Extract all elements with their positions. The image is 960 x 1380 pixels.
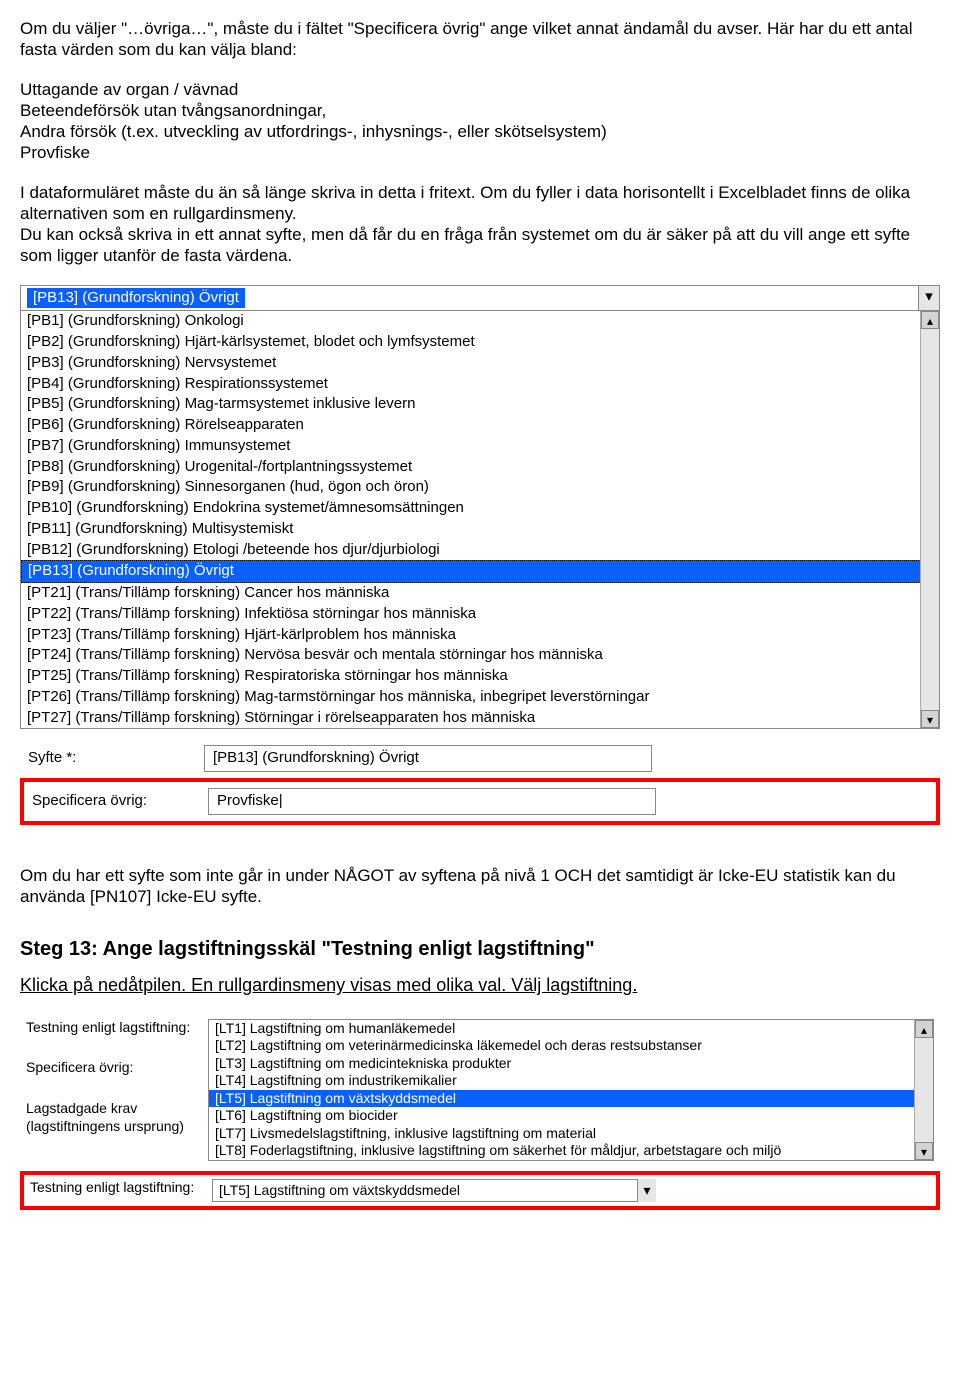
dropdown-option[interactable]: [PT26] (Trans/Tillämp forskning) Mag-tar… (21, 687, 921, 708)
chevron-down-icon[interactable]: ▾ (918, 286, 939, 311)
specificera-label: Specificera övrig: (20, 1055, 202, 1096)
dropdown-option[interactable]: [PB13] (Grundforskning) Övrigt (21, 560, 921, 583)
dropdown-option[interactable]: [PB10] (Grundforskning) Endokrina system… (21, 498, 921, 519)
lagstiftning-dropdown[interactable]: ▴ ▾ [LT1] Lagstiftning om humanläkemedel… (208, 1019, 934, 1161)
specificera-row: Specificera övrig: Provfiske| (22, 780, 938, 823)
syfte-label: Syfte *: (20, 739, 196, 778)
dropdown-list[interactable]: ▴ ▾ [PB1] (Grundforskning) Onkologi[PB2]… (21, 311, 939, 728)
fixed-values-list: Uttagande av organ / vävnadBeteendeförsö… (20, 79, 940, 164)
lagstadgade-label: Lagstadgade krav (lagstiftningens urspru… (20, 1096, 202, 1165)
dropdown-option[interactable]: [PT25] (Trans/Tillämp forskning) Respira… (21, 666, 921, 687)
testning-result-input[interactable]: [LT5] Lagstiftning om växtskyddsmedel (212, 1179, 656, 1203)
dropdown-selected-text: [PB13] (Grundforskning) Övrigt (27, 288, 245, 309)
doc-paragraph: Om du väljer "…övriga…", måste du i fält… (20, 18, 940, 61)
scroll-down-icon[interactable]: ▾ (921, 710, 939, 728)
dropdown-selected[interactable]: [PB13] (Grundforskning) Övrigt ▾ (21, 286, 939, 312)
step13-heading: Steg 13: Ange lagstiftningsskäl "Testnin… (20, 937, 940, 962)
scroll-up-icon[interactable]: ▴ (915, 1020, 933, 1038)
dropdown-option[interactable]: [PB7] (Grundforskning) Immunsystemet (21, 436, 921, 457)
dropdown-option[interactable]: [PB12] (Grundforskning) Etologi /beteend… (21, 540, 921, 561)
fixed-value-item: Uttagande av organ / vävnad (20, 79, 940, 100)
dropdown-option[interactable]: [LT8] Foderlagstiftning, inklusive lagst… (209, 1142, 915, 1160)
dropdown-option[interactable]: [PB6] (Grundforskning) Rörelseapparaten (21, 415, 921, 436)
fixed-value-item: Provfiske (20, 142, 940, 163)
dropdown-option[interactable]: [PB8] (Grundforskning) Urogenital-/fortp… (21, 457, 921, 478)
doc-paragraph: Om du har ett syfte som inte går in unde… (20, 865, 940, 908)
chevron-down-icon[interactable]: ▾ (637, 1179, 656, 1203)
scroll-up-icon[interactable]: ▴ (921, 311, 939, 329)
scroll-down-icon[interactable]: ▾ (915, 1142, 933, 1160)
dropdown-option[interactable]: [PB1] (Grundforskning) Onkologi (21, 311, 921, 332)
fixed-value-item: Beteendeförsök utan tvångsanordningar, (20, 100, 940, 121)
dropdown-option[interactable]: [LT6] Lagstiftning om biocider (209, 1107, 915, 1125)
dropdown-option[interactable]: [LT5] Lagstiftning om växtskyddsmedel (209, 1090, 915, 1108)
dropdown-option[interactable]: [LT2] Lagstiftning om veterinärmedicinsk… (209, 1037, 915, 1055)
dropdown-option[interactable]: [PB9] (Grundforskning) Sinnesorganen (hu… (21, 477, 921, 498)
dropdown-option[interactable]: [PT27] (Trans/Tillämp forskning) Störnin… (21, 708, 921, 729)
dropdown-option[interactable]: [PB5] (Grundforskning) Mag-tarmsystemet … (21, 394, 921, 415)
dropdown-option[interactable]: [PB4] (Grundforskning) Respirationssyste… (21, 374, 921, 395)
dropdown-option[interactable]: [LT4] Lagstiftning om industrikemikalier (209, 1072, 915, 1090)
doc-paragraph: I dataformuläret måste du än så länge sk… (20, 182, 940, 267)
dropdown-option[interactable]: [LT3] Lagstiftning om medicintekniska pr… (209, 1055, 915, 1073)
fixed-value-item: Andra försök (t.ex. utveckling av utford… (20, 121, 940, 142)
testning-label: Testning enligt lagstiftning: (20, 1015, 202, 1056)
dropdown-option[interactable]: [PT23] (Trans/Tillämp forskning) Hjärt-k… (21, 625, 921, 646)
scrollbar[interactable]: ▴ ▾ (914, 1020, 933, 1160)
dropdown-option[interactable]: [LT1] Lagstiftning om humanläkemedel (209, 1020, 915, 1038)
dropdown-option[interactable]: [PT21] (Trans/Tillämp forskning) Cancer … (21, 583, 921, 604)
specificera-input[interactable]: Provfiske| (208, 788, 656, 815)
specificera-label: Specificera övrig: (22, 780, 200, 823)
syfte-input[interactable]: [PB13] (Grundforskning) Övrigt (204, 745, 652, 772)
step13-instruction: Klicka på nedåtpilen. En rullgardinsmeny… (20, 974, 940, 997)
dropdown-option[interactable]: [PT22] (Trans/Tillämp forskning) Infekti… (21, 604, 921, 625)
scrollbar[interactable]: ▴ ▾ (920, 311, 939, 728)
dropdown-option[interactable]: [PB11] (Grundforskning) Multisystemiskt (21, 519, 921, 540)
syfte-row: Syfte *: [PB13] (Grundforskning) Övrigt (20, 739, 940, 778)
dropdown-option[interactable]: [PT24] (Trans/Tillämp forskning) Nervösa… (21, 645, 921, 666)
dropdown-option[interactable]: [PB3] (Grundforskning) Nervsystemet (21, 353, 921, 374)
dropdown-option[interactable]: [LT7] Livsmedelslagstiftning, inklusive … (209, 1125, 915, 1143)
testning-result-label: Testning enligt lagstiftning: (22, 1173, 206, 1209)
dropdown-option[interactable]: [PB2] (Grundforskning) Hjärt-kärlsysteme… (21, 332, 921, 353)
syfte-dropdown[interactable]: [PB13] (Grundforskning) Övrigt ▾ ▴ ▾ [PB… (20, 285, 940, 730)
